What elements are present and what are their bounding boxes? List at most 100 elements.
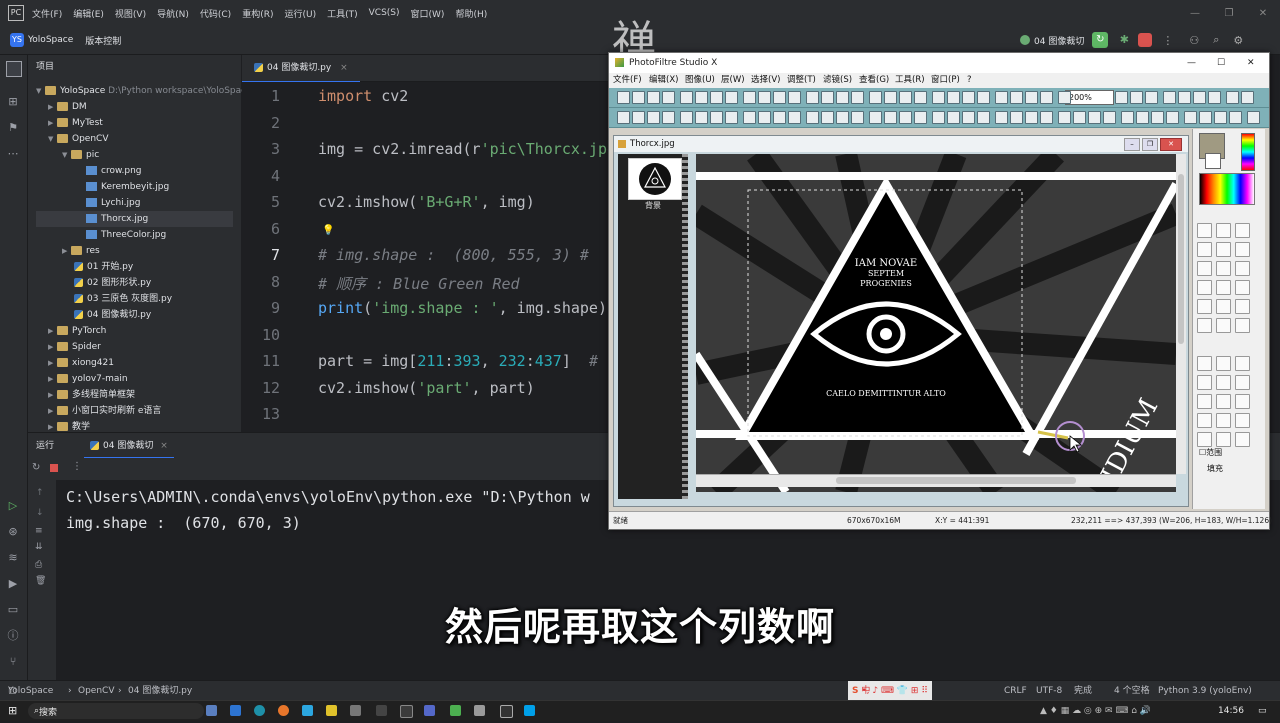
rerun-icon[interactable]: ↻ xyxy=(32,462,40,473)
pf-tool-button[interactable] xyxy=(1235,318,1250,333)
close-icon[interactable]: ✕ xyxy=(1247,53,1255,73)
close-tab-icon[interactable]: × xyxy=(340,63,348,73)
menu-vcs[interactable]: VCS(S) xyxy=(369,8,400,18)
pf-toolbar-button[interactable] xyxy=(758,91,771,104)
color-swatch-secondary[interactable] xyxy=(1205,153,1221,169)
pf-tool-button[interactable] xyxy=(1235,432,1250,447)
pf-toolbar-button[interactable] xyxy=(851,111,864,124)
pf-tool-button[interactable] xyxy=(1216,356,1231,371)
more-icon[interactable]: ⋮ xyxy=(72,461,82,472)
pf-toolbar-button[interactable] xyxy=(1088,111,1101,124)
taskview-icon[interactable] xyxy=(206,705,217,716)
pf-toolbar-button[interactable] xyxy=(977,91,990,104)
qq-icon[interactable] xyxy=(524,705,535,716)
pf-toolbar-button[interactable] xyxy=(1058,111,1071,124)
fill-option[interactable]: 填充 xyxy=(1207,463,1223,474)
pf-toolbar-button[interactable] xyxy=(1208,91,1221,104)
python-icon[interactable] xyxy=(474,705,485,716)
pf-toolbar-button[interactable] xyxy=(1040,91,1053,104)
structure-icon[interactable]: ⊞ xyxy=(6,95,20,109)
menu-refactor[interactable]: 重构(R) xyxy=(242,7,273,20)
menu-tools[interactable]: 工具(T) xyxy=(327,7,358,20)
pf-tool-button[interactable] xyxy=(1216,432,1231,447)
pf-toolbar-button[interactable] xyxy=(836,91,849,104)
run-tool-icon[interactable]: ▷ xyxy=(6,499,20,513)
rerun-icon[interactable]: ↻ xyxy=(1092,32,1109,48)
close-icon[interactable]: ✕ xyxy=(1246,8,1280,19)
project-selector[interactable]: YoloSpace xyxy=(28,35,73,45)
tree-item-xiong421[interactable]: ▶ xiong421 xyxy=(48,355,114,371)
taskbar-search[interactable]: ⌕ 搜索 xyxy=(28,703,204,719)
layer-thumbnail[interactable] xyxy=(628,158,682,200)
pf-toolbar-button[interactable] xyxy=(869,91,882,104)
pf-toolbar-button[interactable] xyxy=(1025,111,1038,124)
pf-toolbar-button[interactable] xyxy=(743,111,756,124)
tree-item-multithread[interactable]: ▶ 多线程简单框架 xyxy=(48,387,135,403)
pf-tool-button[interactable] xyxy=(1197,223,1212,238)
stop-icon[interactable] xyxy=(50,464,58,472)
pf-toolbar-button[interactable] xyxy=(695,91,708,104)
pf-toolbar-button[interactable] xyxy=(1151,111,1164,124)
pf-toolbar-button[interactable] xyxy=(1145,91,1158,104)
pf-toolbar-button[interactable] xyxy=(1178,91,1191,104)
firefox-icon[interactable] xyxy=(278,705,289,716)
tree-item-pic[interactable]: ▼ pic xyxy=(62,147,99,163)
restore-icon[interactable]: ❐ xyxy=(1142,138,1158,151)
pf-tool-button[interactable] xyxy=(1197,375,1212,390)
pf-tool-button[interactable] xyxy=(1197,318,1212,333)
breadcrumb-folder[interactable]: OpenCV xyxy=(78,681,114,701)
pf-toolbar-button[interactable] xyxy=(1115,91,1128,104)
tree-item-yolov7[interactable]: ▶ yolov7-main xyxy=(48,371,128,387)
pf-tool-button[interactable] xyxy=(1235,299,1250,314)
pf-menu-image[interactable]: 图像(U) xyxy=(685,73,715,88)
pf-toolbar-button[interactable] xyxy=(884,111,897,124)
line-separator[interactable]: CRLF xyxy=(1004,681,1027,701)
pf-toolbar-button[interactable] xyxy=(851,91,864,104)
tree-item-py2[interactable]: 02 图形形状.py xyxy=(74,275,151,291)
python-packages-icon[interactable]: ⊛ xyxy=(6,525,20,539)
pf-toolbar-button[interactable] xyxy=(695,111,708,124)
minimize-icon[interactable]: — xyxy=(1178,8,1212,19)
pf-toolbar-button[interactable] xyxy=(995,91,1008,104)
pf-toolbar-button[interactable] xyxy=(1040,111,1053,124)
pf-menu-edit[interactable]: 编辑(X) xyxy=(649,73,678,88)
scroll-end-icon[interactable]: ⇊ xyxy=(35,542,43,552)
pf-toolbar-button[interactable] xyxy=(662,91,675,104)
pf-tool-button[interactable] xyxy=(1235,375,1250,390)
print-icon[interactable]: ⎙ xyxy=(35,560,42,570)
pf-toolbar-button[interactable] xyxy=(1193,91,1206,104)
menu-window[interactable]: 窗口(W) xyxy=(411,7,445,20)
store-icon[interactable] xyxy=(230,705,241,716)
obs-icon[interactable] xyxy=(376,705,387,716)
menu-help[interactable]: 帮助(H) xyxy=(455,7,487,20)
minimize-icon[interactable]: – xyxy=(1124,138,1140,151)
maximize-icon[interactable]: ☐ xyxy=(1217,53,1225,73)
tree-item-pytorch[interactable]: ▶ PyTorch xyxy=(48,323,106,339)
pf-tool-button[interactable] xyxy=(1216,261,1231,276)
pf-tool-button[interactable] xyxy=(1216,318,1231,333)
services-icon[interactable]: ▶ xyxy=(6,577,20,591)
pf-toolbar-button[interactable] xyxy=(617,111,630,124)
edge-icon[interactable] xyxy=(254,705,265,716)
more-tools-icon[interactable]: ⋯ xyxy=(6,147,20,161)
pf-toolbar-button[interactable] xyxy=(1073,111,1086,124)
tab-04-crop[interactable]: 04 图像裁切.py × xyxy=(242,55,360,83)
vcs-selector[interactable]: 版本控制 xyxy=(85,34,121,47)
pf-toolbar-button[interactable] xyxy=(1214,111,1227,124)
more-icon[interactable]: ⋮ xyxy=(1162,34,1173,47)
pf-menu-file[interactable]: 文件(F) xyxy=(613,73,642,88)
pf-toolbar-button[interactable] xyxy=(1010,91,1023,104)
pf-toolbar-button[interactable] xyxy=(962,111,975,124)
pf-toolbar-button[interactable] xyxy=(1103,111,1116,124)
windows-start-icon[interactable]: ⊞ xyxy=(8,701,17,721)
image-canvas[interactable]: IAM NOVAE SEPTEM PROGENIES CAELO DEMITTI… xyxy=(696,154,1176,492)
layers-icon[interactable]: ≋ xyxy=(6,551,20,565)
steam-icon[interactable] xyxy=(350,705,361,716)
pf-menu-adjust[interactable]: 调整(T) xyxy=(787,73,816,88)
pf-toolbar-button[interactable] xyxy=(725,111,738,124)
pf-toolbar-button[interactable] xyxy=(647,111,660,124)
pf-toolbar-button[interactable] xyxy=(914,111,927,124)
bookmarks-icon[interactable]: ⚑ xyxy=(6,121,20,135)
pf-toolbar-button[interactable] xyxy=(1121,111,1134,124)
tree-item-dm[interactable]: ▶ DM xyxy=(48,99,87,115)
